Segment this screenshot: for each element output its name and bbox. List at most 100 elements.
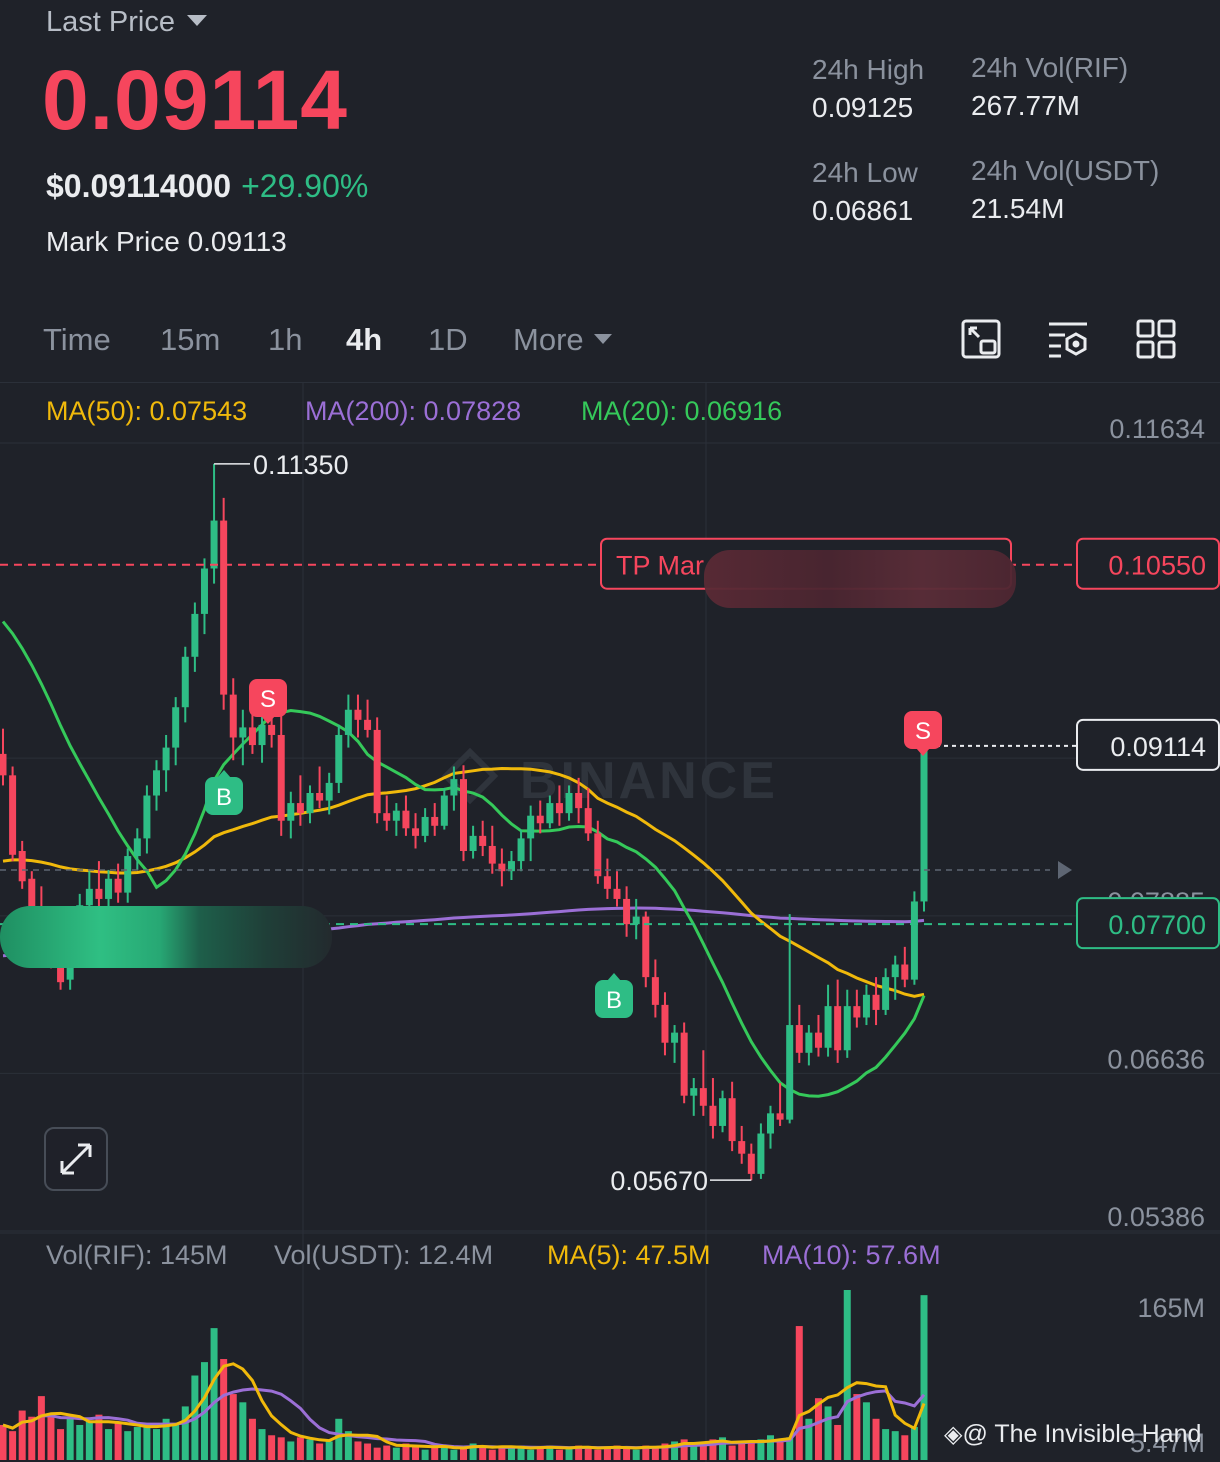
candle-body [642, 916, 650, 978]
volume-bar [795, 1326, 803, 1460]
layout-grid-icon[interactable] [1135, 318, 1177, 360]
change-percent: +29.90% [241, 168, 369, 204]
tab-1h[interactable]: 1h [268, 322, 302, 358]
candle-body [229, 694, 237, 738]
volume-bar [229, 1394, 237, 1460]
candle-body [469, 835, 477, 852]
volume-bar [690, 1445, 698, 1460]
candle-body [853, 1006, 861, 1018]
candle-body [862, 994, 870, 1018]
tab-time[interactable]: Time [43, 322, 111, 358]
legend-vol-ma5: MA(5): 47.5M [547, 1240, 711, 1270]
y-tick-label: 0.05386 [1107, 1202, 1205, 1232]
candle-body [786, 1025, 794, 1120]
stat-value: 0.09125 [812, 92, 914, 123]
candle-body [153, 770, 160, 796]
stat-label: 24h High [812, 54, 925, 85]
trade-signal-label: B [606, 987, 622, 1014]
tab-4h[interactable]: 4h [346, 322, 382, 358]
candle-body [105, 878, 113, 899]
usd-price: $0.09114000 +29.90% [46, 168, 368, 205]
candle-body [872, 994, 880, 1010]
stat-24h-high: 24h High 0.09125 [812, 54, 924, 124]
candle-body [757, 1133, 765, 1174]
stat-label: 24h Vol(USDT) [971, 155, 1160, 186]
volume-bar [172, 1424, 180, 1460]
indicator-settings-icon[interactable] [1047, 318, 1089, 360]
volume-bar [181, 1406, 189, 1460]
tab-15m[interactable]: 15m [160, 322, 220, 358]
volume-bar [555, 1449, 563, 1460]
candle-body [671, 1032, 679, 1043]
y-tick-label: 0.11634 [1109, 414, 1205, 444]
volume-bar [843, 1290, 851, 1460]
stat-value: 21.54M [971, 193, 1065, 224]
trade-signal-label: S [915, 718, 931, 745]
volume-bar [57, 1429, 65, 1460]
legend-ma50: MA(50): 0.07543 [46, 396, 248, 426]
low-marker-label: 0.05670 [610, 1166, 708, 1196]
volume-bar [920, 1295, 928, 1460]
volume-bar [901, 1435, 909, 1460]
stat-label: 24h Vol(RIF) [971, 52, 1129, 83]
candle-body [527, 815, 535, 839]
volume-bar [383, 1445, 391, 1460]
volume-bar [373, 1447, 381, 1460]
candle-body [805, 1032, 813, 1053]
candle-body [306, 792, 314, 814]
volume-bar [651, 1447, 659, 1460]
volume-bar [335, 1418, 343, 1460]
candle-body [421, 816, 429, 836]
expand-chart-button[interactable] [44, 1127, 108, 1191]
volume-bar [37, 1396, 45, 1460]
redacted-area [0, 906, 332, 968]
candle-body [344, 709, 352, 735]
candle-body [623, 898, 631, 925]
usd-price-value: $0.09114000 [46, 168, 232, 204]
candle-body [287, 803, 295, 821]
tab-more[interactable]: More [513, 322, 612, 358]
candle-body [85, 888, 93, 906]
volume-bar [623, 1447, 631, 1460]
candle-body [536, 815, 544, 824]
candle-body [661, 1004, 669, 1043]
volume-bar [287, 1441, 295, 1460]
candle-body [392, 810, 400, 821]
volume-bar [325, 1441, 333, 1460]
candle-body [0, 753, 7, 776]
last-price-selector[interactable]: Last Price [46, 6, 207, 39]
candle-body [699, 1088, 707, 1106]
candle-body [181, 656, 189, 708]
expand-arrows-icon [60, 1143, 92, 1175]
tab-1d[interactable]: 1D [428, 322, 468, 358]
volume-bar [767, 1435, 774, 1460]
candle-body [354, 709, 362, 720]
volume-bar [66, 1418, 74, 1460]
stat-label: 24h Low [812, 157, 918, 188]
current-price-label: 0.09114 [1110, 732, 1206, 762]
entry-price-label: 0.07700 [1108, 910, 1206, 940]
candle-body [277, 734, 285, 821]
volume-bar [728, 1445, 736, 1460]
volume-bar [594, 1449, 602, 1460]
candle-body [18, 851, 26, 882]
volume-bar [268, 1435, 276, 1460]
volume-bar [316, 1443, 324, 1460]
candle-body [738, 1141, 746, 1154]
volume-ma5-line [2, 1362, 926, 1450]
candle-body [28, 878, 36, 908]
volume-bar [364, 1443, 372, 1460]
volume-bar [277, 1437, 285, 1460]
crosshair-arrow-icon [1058, 861, 1072, 879]
stat-24h-vol-quote: 24h Vol(USDT) 21.54M [971, 155, 1159, 225]
redacted-area [704, 550, 1016, 608]
volume-bar [143, 1422, 151, 1460]
volume-bar [392, 1447, 400, 1460]
volume-bar [738, 1443, 746, 1460]
candle-body [296, 803, 304, 814]
candle-body [383, 813, 391, 821]
candle-body [613, 888, 621, 899]
candle-body [450, 779, 458, 796]
volume-bar [527, 1449, 535, 1460]
fullscreen-icon[interactable] [961, 318, 1003, 360]
